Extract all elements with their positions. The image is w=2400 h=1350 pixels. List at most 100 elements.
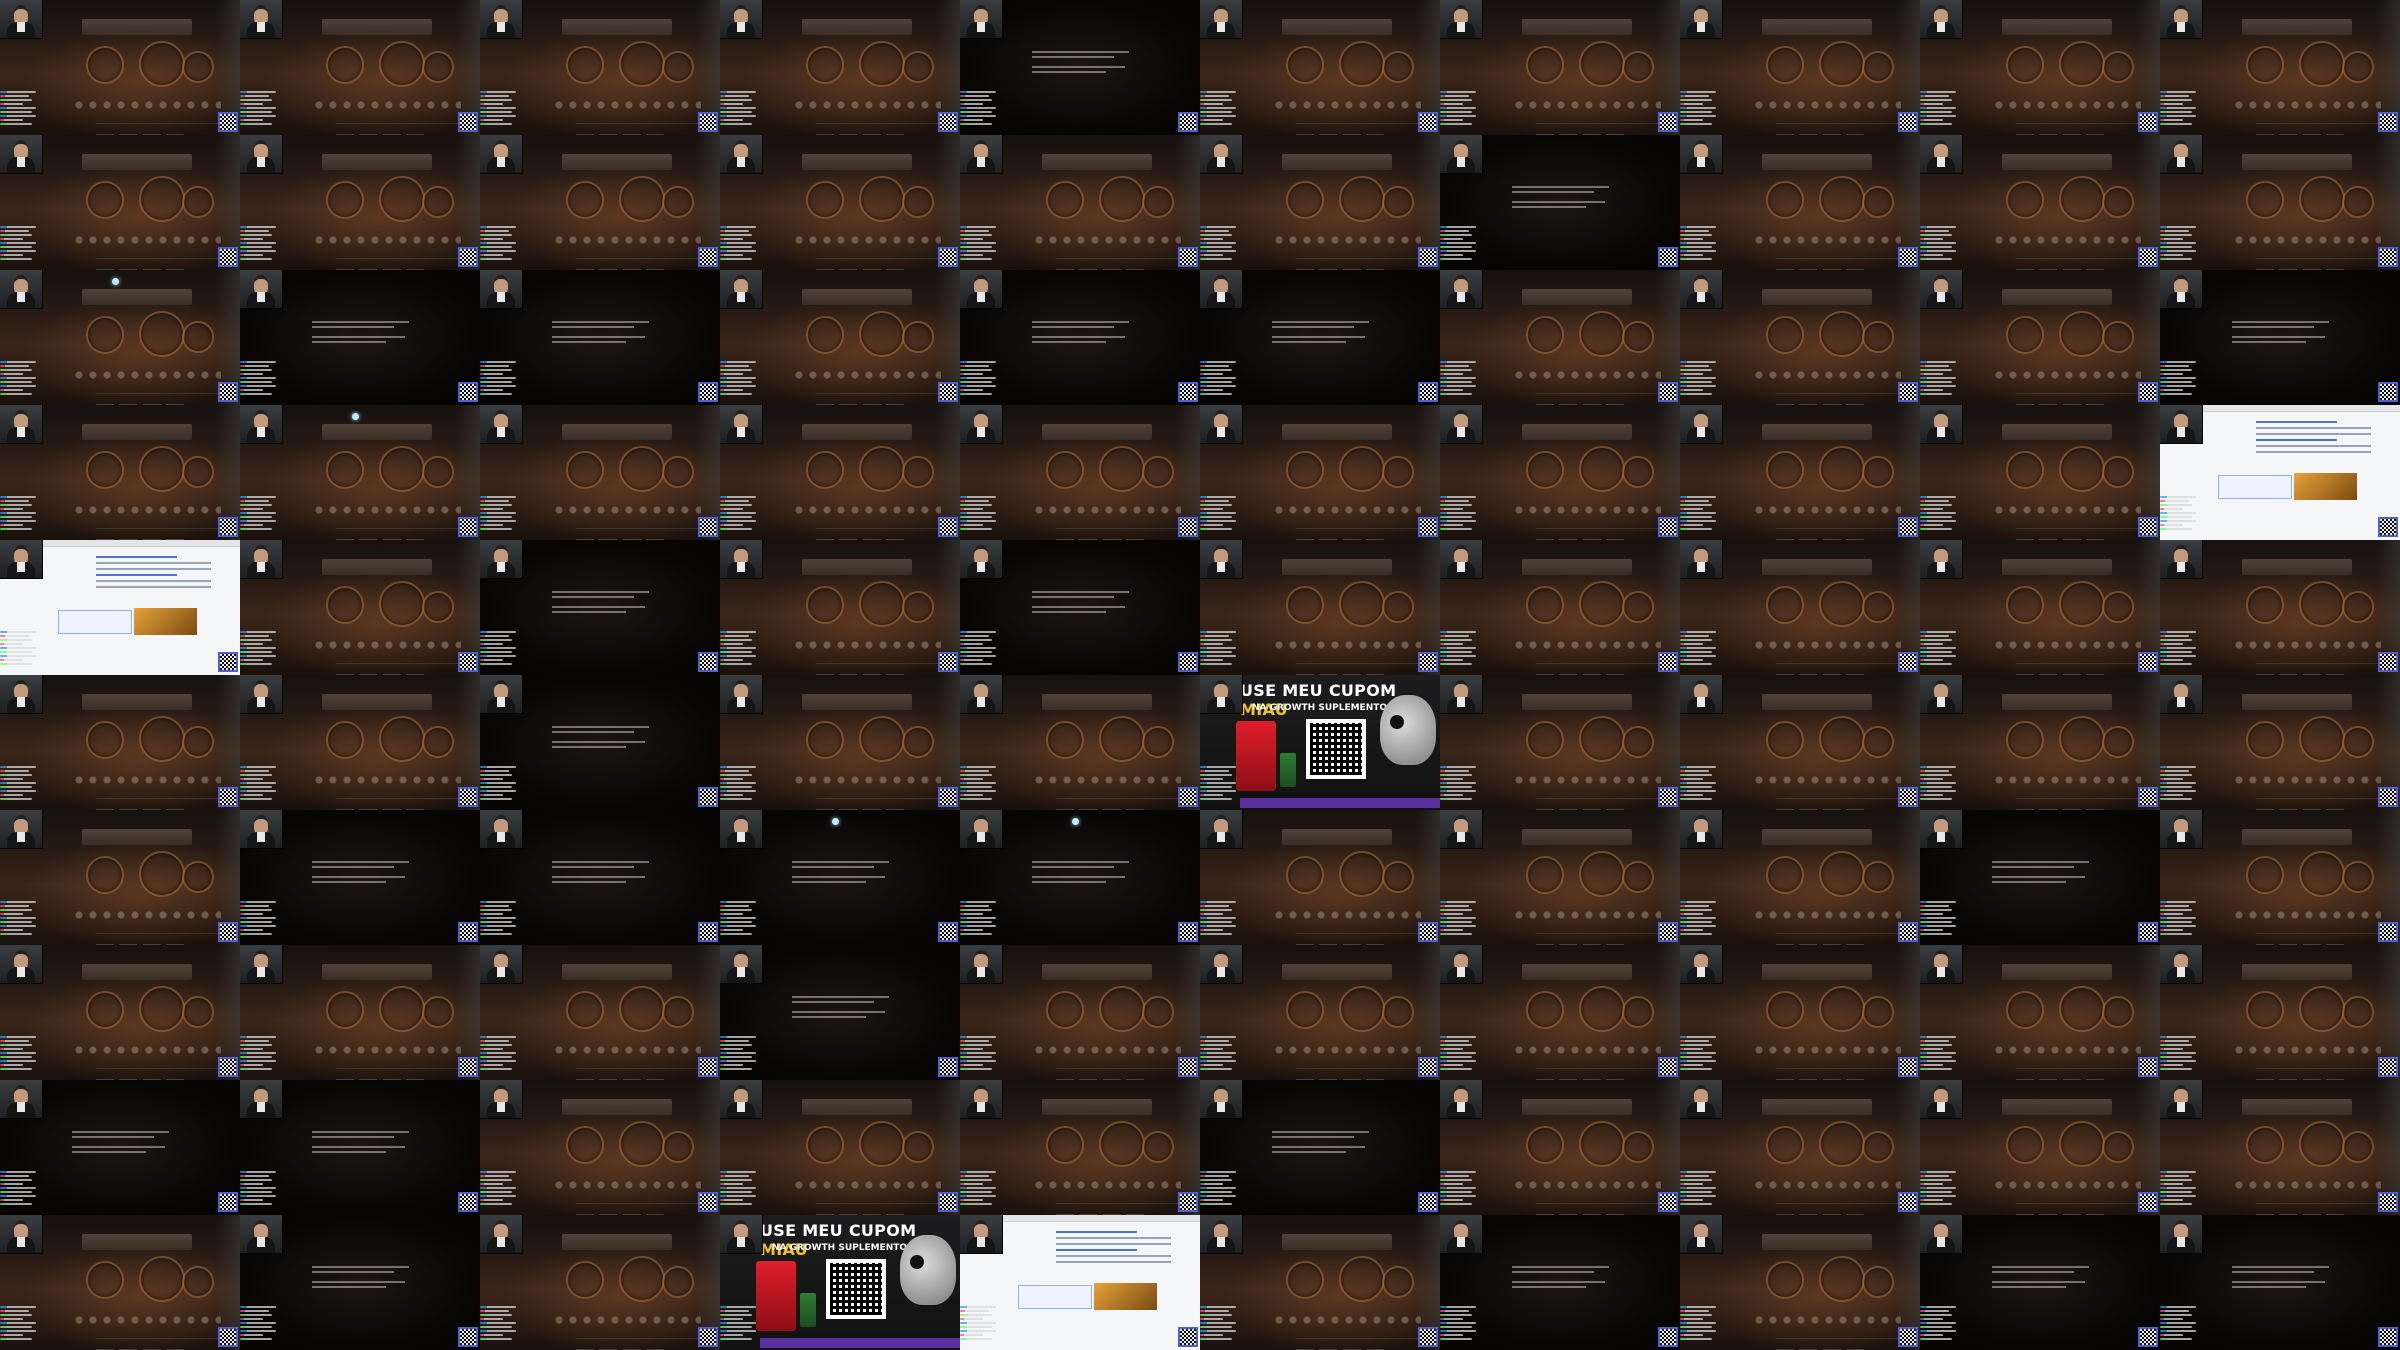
thumbnail-tile[interactable] <box>960 540 1200 675</box>
thumbnail-tile[interactable] <box>1920 405 2160 540</box>
thumbnail-tile[interactable] <box>960 675 1200 810</box>
thumbnail-tile[interactable] <box>0 0 240 135</box>
thumbnail-tile[interactable] <box>1200 270 1440 405</box>
thumbnail-tile[interactable] <box>2160 0 2400 135</box>
thumbnail-tile[interactable] <box>0 945 240 1080</box>
thumbnail-tile[interactable] <box>1920 810 2160 945</box>
thumbnail-tile[interactable] <box>480 1215 720 1350</box>
thumbnail-tile[interactable] <box>2160 540 2400 675</box>
thumbnail-tile[interactable] <box>1680 945 1920 1080</box>
thumbnail-tile[interactable] <box>480 270 720 405</box>
thumbnail-tile[interactable] <box>960 0 1200 135</box>
thumbnail-tile[interactable] <box>240 405 480 540</box>
thumbnail-tile[interactable] <box>0 540 240 675</box>
thumbnail-tile[interactable] <box>720 540 960 675</box>
thumbnail-tile[interactable] <box>0 1215 240 1350</box>
thumbnail-tile[interactable] <box>1920 0 2160 135</box>
thumbnail-tile[interactable] <box>1680 1080 1920 1215</box>
thumbnail-tile[interactable] <box>1440 1080 1680 1215</box>
thumbnail-tile[interactable] <box>1440 0 1680 135</box>
thumbnail-tile[interactable] <box>1920 675 2160 810</box>
thumbnail-tile[interactable] <box>1440 810 1680 945</box>
thumbnail-tile[interactable] <box>960 945 1200 1080</box>
thumbnail-tile[interactable] <box>240 540 480 675</box>
thumbnail-tile[interactable] <box>720 945 960 1080</box>
thumbnail-tile[interactable] <box>1440 270 1680 405</box>
thumbnail-tile[interactable] <box>1920 1215 2160 1350</box>
thumbnail-tile[interactable] <box>1680 405 1920 540</box>
thumbnail-tile[interactable] <box>1680 540 1920 675</box>
thumbnail-tile[interactable] <box>960 810 1200 945</box>
thumbnail-tile[interactable] <box>480 1080 720 1215</box>
thumbnail-tile[interactable] <box>0 810 240 945</box>
thumbnail-tile[interactable] <box>1680 135 1920 270</box>
thumbnail-tile[interactable] <box>2160 405 2400 540</box>
thumbnail-tile[interactable] <box>1440 1215 1680 1350</box>
thumbnail-tile[interactable] <box>960 405 1200 540</box>
thumbnail-tile[interactable]: USE MEU CUPOM MIAU NA GROWTH SUPLEMENTOS <box>720 1215 960 1350</box>
thumbnail-tile[interactable] <box>1440 675 1680 810</box>
thumbnail-tile[interactable] <box>1920 135 2160 270</box>
thumbnail-tile[interactable] <box>1680 810 1920 945</box>
thumbnail-tile[interactable] <box>480 0 720 135</box>
thumbnail-tile[interactable] <box>240 1080 480 1215</box>
thumbnail-tile[interactable] <box>1440 135 1680 270</box>
thumbnail-tile[interactable] <box>480 135 720 270</box>
thumbnail-tile[interactable] <box>720 810 960 945</box>
thumbnail-tile[interactable] <box>1200 810 1440 945</box>
thumbnail-tile[interactable] <box>720 0 960 135</box>
thumbnail-tile[interactable] <box>1200 0 1440 135</box>
thumbnail-tile[interactable] <box>720 1080 960 1215</box>
thumbnail-tile[interactable] <box>1920 540 2160 675</box>
thumbnail-tile[interactable] <box>1200 1215 1440 1350</box>
thumbnail-tile[interactable] <box>720 270 960 405</box>
thumbnail-tile[interactable] <box>720 405 960 540</box>
thumbnail-tile[interactable] <box>2160 135 2400 270</box>
thumbnail-tile[interactable] <box>2160 810 2400 945</box>
thumbnail-tile[interactable] <box>240 1215 480 1350</box>
thumbnail-tile[interactable] <box>1200 405 1440 540</box>
thumbnail-tile[interactable] <box>240 0 480 135</box>
thumbnail-tile[interactable] <box>1680 1215 1920 1350</box>
thumbnail-tile[interactable] <box>720 675 960 810</box>
thumbnail-tile[interactable] <box>2160 945 2400 1080</box>
thumbnail-tile[interactable] <box>0 135 240 270</box>
thumbnail-tile[interactable] <box>0 1080 240 1215</box>
thumbnail-tile[interactable] <box>240 945 480 1080</box>
thumbnail-tile[interactable] <box>0 270 240 405</box>
thumbnail-tile[interactable] <box>240 135 480 270</box>
thumbnail-tile[interactable] <box>240 675 480 810</box>
thumbnail-tile[interactable] <box>960 135 1200 270</box>
thumbnail-tile[interactable] <box>1680 675 1920 810</box>
thumbnail-tile[interactable] <box>1440 540 1680 675</box>
thumbnail-tile[interactable] <box>2160 1080 2400 1215</box>
thumbnail-tile[interactable] <box>240 270 480 405</box>
thumbnail-tile[interactable] <box>1440 405 1680 540</box>
thumbnail-tile[interactable] <box>480 405 720 540</box>
thumbnail-tile[interactable] <box>2160 675 2400 810</box>
thumbnail-tile[interactable] <box>1200 135 1440 270</box>
thumbnail-tile[interactable]: USE MEU CUPOM MIAU NA GROWTH SUPLEMENTOS <box>1200 675 1440 810</box>
thumbnail-tile[interactable] <box>1200 1080 1440 1215</box>
thumbnail-tile[interactable] <box>480 675 720 810</box>
thumbnail-tile[interactable] <box>1680 0 1920 135</box>
thumbnail-tile[interactable] <box>1200 945 1440 1080</box>
thumbnail-tile[interactable] <box>480 540 720 675</box>
thumbnail-tile[interactable] <box>240 810 480 945</box>
thumbnail-tile[interactable] <box>1920 270 2160 405</box>
thumbnail-tile[interactable] <box>2160 1215 2400 1350</box>
thumbnail-tile[interactable] <box>1680 270 1920 405</box>
thumbnail-tile[interactable] <box>960 1080 1200 1215</box>
thumbnail-tile[interactable] <box>0 675 240 810</box>
thumbnail-tile[interactable] <box>2160 270 2400 405</box>
thumbnail-tile[interactable] <box>0 405 240 540</box>
thumbnail-tile[interactable] <box>1440 945 1680 1080</box>
thumbnail-tile[interactable] <box>480 810 720 945</box>
thumbnail-tile[interactable] <box>960 270 1200 405</box>
thumbnail-tile[interactable] <box>720 135 960 270</box>
thumbnail-tile[interactable] <box>1200 540 1440 675</box>
thumbnail-tile[interactable] <box>960 1215 1200 1350</box>
thumbnail-tile[interactable] <box>1920 1080 2160 1215</box>
thumbnail-tile[interactable] <box>1920 945 2160 1080</box>
thumbnail-tile[interactable] <box>480 945 720 1080</box>
